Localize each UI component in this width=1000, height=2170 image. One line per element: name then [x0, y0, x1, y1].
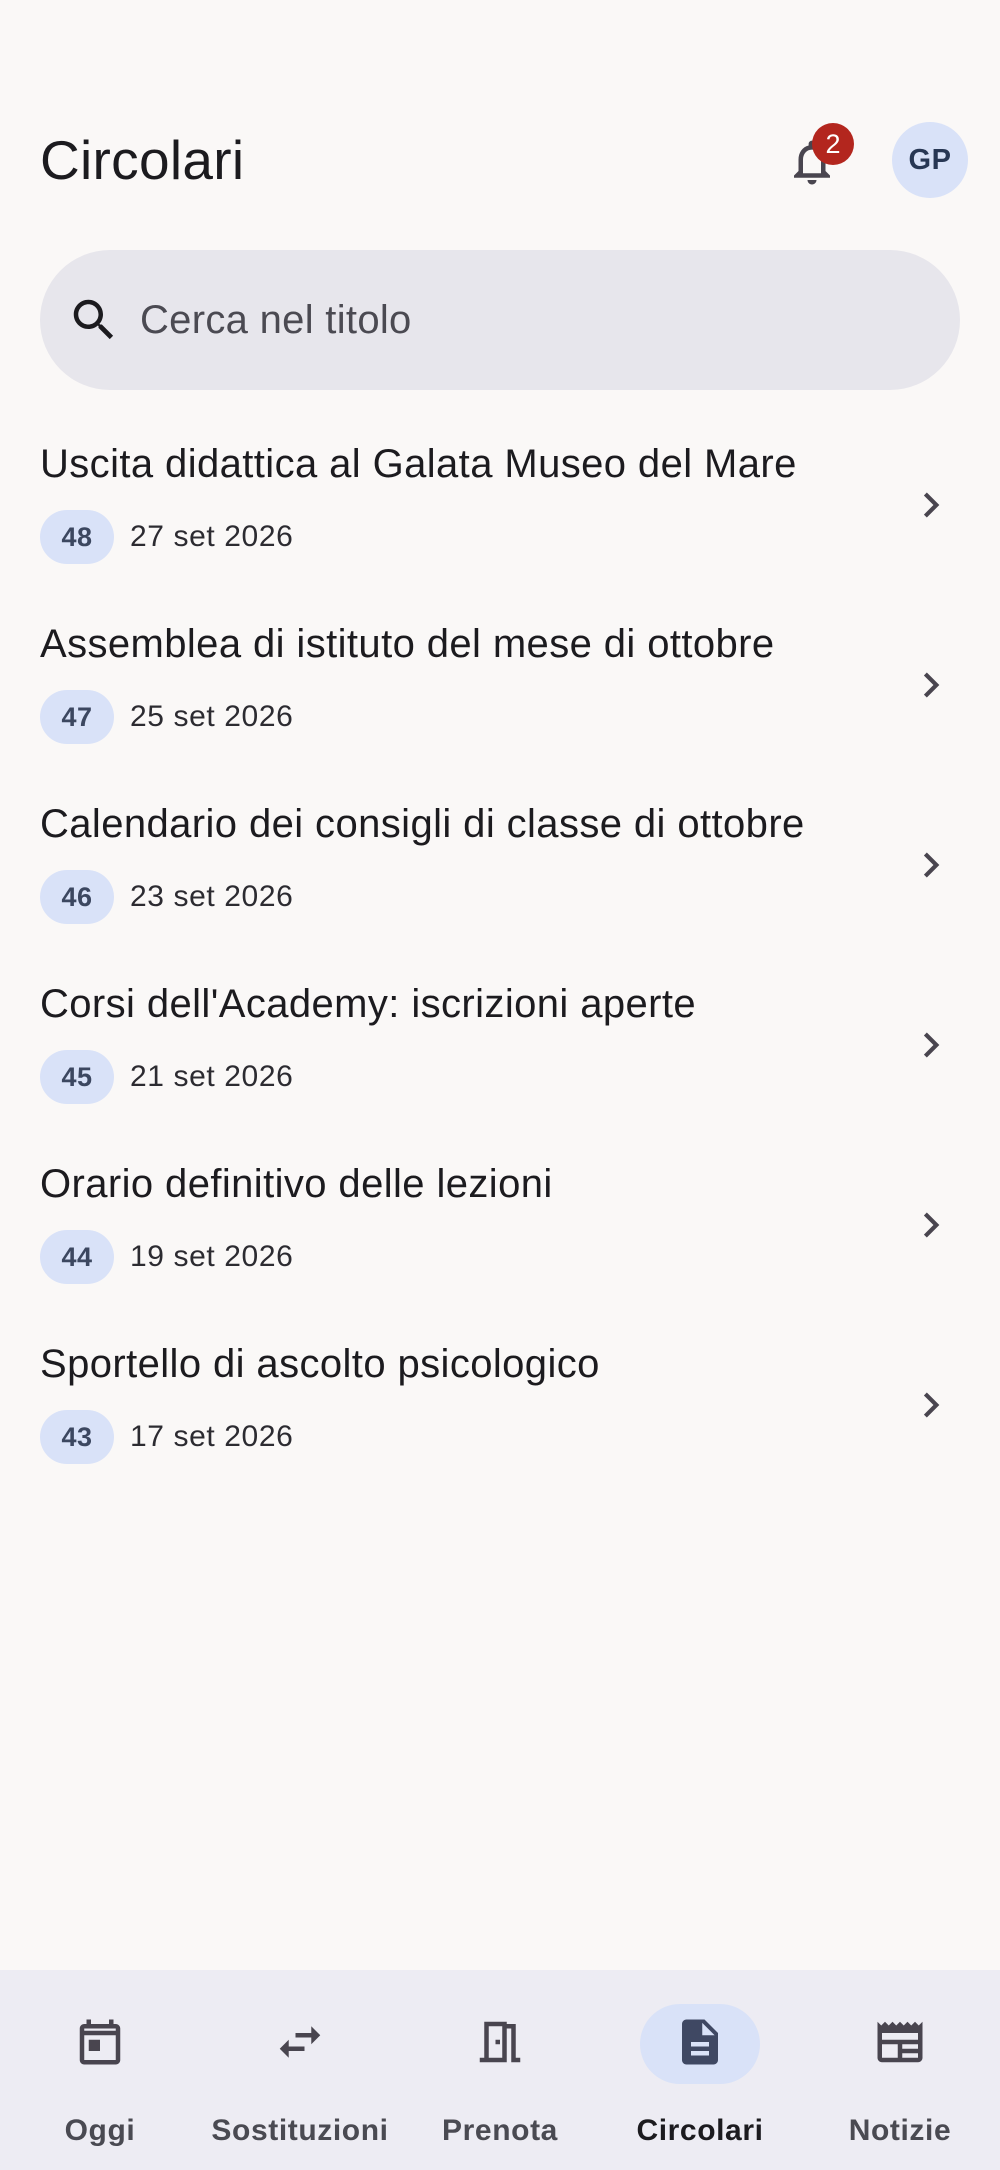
item-title: Uscita didattica al Galata Museo del Mar…	[40, 442, 797, 486]
door-icon	[473, 2015, 527, 2074]
list-item[interactable]: Calendario dei consigli di classe di ott…	[0, 770, 1000, 950]
notifications-button[interactable]: 2	[770, 122, 854, 206]
item-date: 19 set 2026	[130, 1240, 294, 1273]
page-title: Circolari	[40, 129, 245, 191]
number-badge: 46	[40, 870, 114, 924]
nav-label: Circolari	[636, 2114, 764, 2147]
list-item[interactable]: Sportello di ascolto psicologico 43 17 s…	[0, 1310, 1000, 1490]
nav-item-notizie[interactable]: Notizie	[800, 1970, 1000, 2170]
number-badge: 44	[40, 1230, 114, 1284]
nav-label: Sostituzioni	[211, 2114, 389, 2147]
nav-item-oggi[interactable]: Oggi	[0, 1970, 200, 2170]
nav-item-circolari[interactable]: Circolari	[600, 1970, 800, 2170]
newspaper-icon	[873, 2015, 927, 2074]
item-meta: 43 17 set 2026	[40, 1410, 293, 1464]
item-meta: 48 27 set 2026	[40, 510, 293, 564]
chevron-right-icon	[904, 1198, 958, 1252]
number-badge: 48	[40, 510, 114, 564]
search-bar[interactable]	[40, 250, 960, 390]
notification-count-badge: 2	[812, 123, 854, 165]
nav-label: Prenota	[442, 2114, 558, 2147]
document-icon	[673, 2015, 727, 2074]
item-title: Orario definitivo delle lezioni	[40, 1162, 553, 1206]
item-date: 21 set 2026	[130, 1060, 294, 1093]
chevron-right-icon	[904, 1018, 958, 1072]
nav-label: Oggi	[64, 2114, 136, 2147]
top-app-bar: Circolari 2 GP	[0, 110, 1000, 210]
avatar[interactable]: GP	[892, 122, 968, 198]
app-root: Circolari 2 GP Uscita didattica al Galat…	[0, 0, 1000, 2170]
chevron-right-icon	[904, 1378, 958, 1432]
nav-indicator	[40, 2004, 160, 2084]
list-item[interactable]: Assemblea di istituto del mese di ottobr…	[0, 590, 1000, 770]
item-title: Corsi dell'Academy: iscrizioni aperte	[40, 982, 697, 1026]
item-date: 23 set 2026	[130, 880, 294, 913]
list-item[interactable]: Corsi dell'Academy: iscrizioni aperte 45…	[0, 950, 1000, 1130]
search-icon	[64, 290, 124, 350]
nav-indicator	[440, 2004, 560, 2084]
item-title: Assemblea di istituto del mese di ottobr…	[40, 622, 775, 666]
nav-indicator	[240, 2004, 360, 2084]
item-meta: 44 19 set 2026	[40, 1230, 293, 1284]
item-meta: 45 21 set 2026	[40, 1050, 293, 1104]
number-badge: 47	[40, 690, 114, 744]
nav-indicator	[640, 2004, 760, 2084]
chevron-right-icon	[904, 658, 958, 712]
nav-item-prenota[interactable]: Prenota	[400, 1970, 600, 2170]
list-item[interactable]: Uscita didattica al Galata Museo del Mar…	[0, 410, 1000, 590]
list-item[interactable]: Orario definitivo delle lezioni 44 19 se…	[0, 1130, 1000, 1310]
item-date: 25 set 2026	[130, 700, 294, 733]
search-input[interactable]	[140, 250, 920, 390]
item-title: Calendario dei consigli di classe di ott…	[40, 802, 805, 846]
swap-arrows-icon	[273, 2015, 327, 2074]
item-date: 27 set 2026	[130, 520, 294, 553]
bottom-navigation-bar: Oggi Sostituzioni Prenota Circolari Noti…	[0, 1970, 1000, 2170]
item-meta: 47 25 set 2026	[40, 690, 293, 744]
calendar-icon	[73, 2015, 127, 2074]
chevron-right-icon	[904, 478, 958, 532]
chevron-right-icon	[904, 838, 958, 892]
item-meta: 46 23 set 2026	[40, 870, 293, 924]
number-badge: 43	[40, 1410, 114, 1464]
nav-indicator	[840, 2004, 960, 2084]
circolari-list: Uscita didattica al Galata Museo del Mar…	[0, 410, 1000, 1490]
item-date: 17 set 2026	[130, 1420, 294, 1453]
number-badge: 45	[40, 1050, 114, 1104]
nav-item-sostituzioni[interactable]: Sostituzioni	[200, 1970, 400, 2170]
item-title: Sportello di ascolto psicologico	[40, 1342, 600, 1386]
nav-label: Notizie	[848, 2114, 952, 2147]
